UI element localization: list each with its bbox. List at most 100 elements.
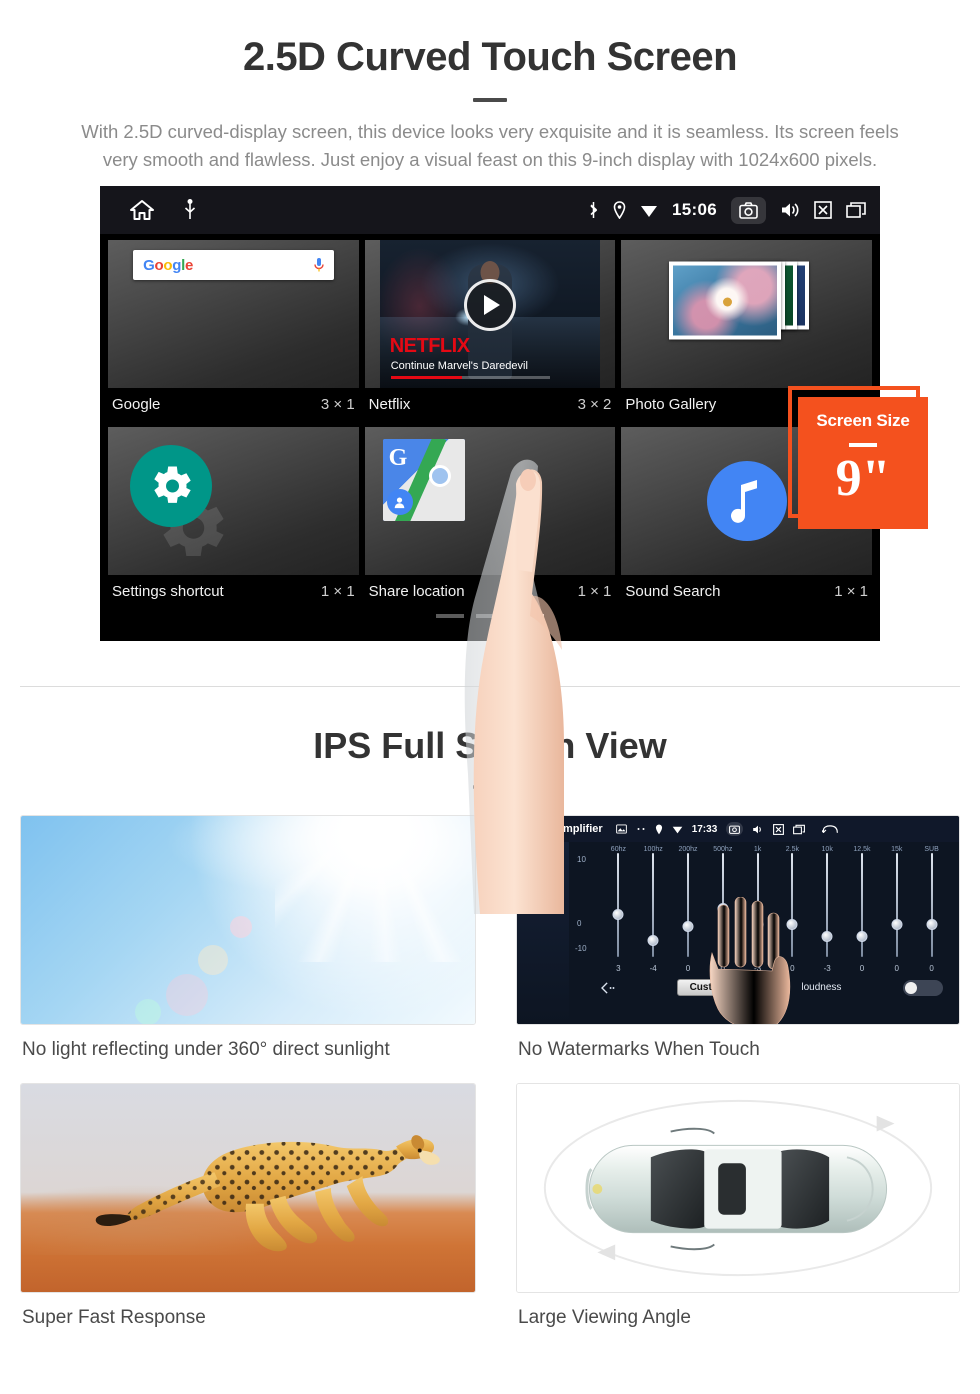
equalizer-band[interactable]: 0 — [914, 853, 949, 974]
lens-flare — [229, 916, 252, 939]
slider-knob[interactable] — [682, 921, 694, 933]
page-indicator[interactable] — [104, 614, 876, 628]
equalizer-band[interactable]: -4 — [636, 853, 671, 974]
photo-gallery-widget-preview[interactable] — [621, 240, 873, 389]
widget-card-settings-shortcut[interactable]: Settings shortcut 1 × 1 — [108, 427, 359, 610]
equalizer-band[interactable]: 0 — [845, 853, 880, 974]
equalizer-band[interactable]: 3 — [601, 853, 636, 974]
feature-caption: No Watermarks When Touch — [518, 1039, 760, 1061]
band-label: 1k — [753, 846, 762, 854]
amplifier-clock: 17:33 — [691, 823, 718, 835]
widget-label-row: Sound Search 1 × 1 — [621, 575, 872, 610]
close-box-icon[interactable] — [773, 823, 785, 835]
car-top-view-image — [517, 1084, 959, 1293]
fader-volume-icon[interactable] — [532, 886, 554, 904]
play-icon[interactable] — [463, 279, 516, 332]
slider-track[interactable] — [617, 853, 620, 958]
widget-card-netflix[interactable]: NETFLIX Continue Marvel's Daredevil Netf… — [364, 240, 616, 423]
page-dot[interactable] — [436, 614, 464, 619]
band-value: 3 — [616, 964, 621, 974]
home-icon[interactable] — [130, 199, 154, 221]
slider-track[interactable] — [930, 853, 933, 958]
widget-name: Google — [112, 396, 161, 414]
band-value: 0 — [929, 964, 934, 974]
image-frame: Amplifier 17:33 Balance Fader 60hz 100hz… — [516, 815, 960, 1026]
widget-label-row: Netflix 3 × 2 — [365, 388, 616, 423]
amplifier-side-nav: Balance Fader — [517, 842, 569, 1025]
settings-gear-icon[interactable] — [130, 445, 212, 528]
widget-card-share-location[interactable]: G Share location 1 × 1 — [364, 427, 616, 610]
slider-track[interactable] — [686, 853, 689, 958]
back-chevron-icon[interactable] — [601, 982, 615, 994]
google-g-glyph: G — [388, 445, 408, 472]
maps-icon[interactable]: G — [382, 439, 465, 522]
wifi-icon — [672, 825, 683, 834]
widget-name: Sound Search — [625, 583, 721, 601]
equalizer-band[interactable]: 0 — [671, 853, 706, 974]
slider-track[interactable] — [895, 853, 898, 958]
slider-knob[interactable] — [612, 909, 624, 921]
page-dot[interactable] — [476, 614, 504, 619]
slider-knob[interactable] — [926, 919, 938, 931]
band-value: 0 — [685, 964, 691, 974]
blue-sky-sunlight-image — [21, 816, 475, 1025]
home-icon[interactable] — [525, 823, 538, 835]
widget-label-row: Settings shortcut 1 × 1 — [108, 575, 359, 610]
camera-icon[interactable] — [726, 822, 744, 837]
usb-icon[interactable] — [184, 199, 196, 221]
page-description: With 2.5D curved-display screen, this de… — [81, 121, 899, 171]
fader-label[interactable]: Fader — [531, 906, 555, 916]
widget-card-google[interactable]: Google Google 3 × 1 — [108, 240, 359, 423]
band-value: 0 — [859, 964, 865, 974]
share-location-widget-preview[interactable]: G — [364, 427, 616, 576]
widget-name: Photo Gallery — [625, 396, 717, 414]
widget-size: 3 × 1 — [320, 396, 355, 414]
title-underline — [473, 98, 507, 102]
image-frame — [20, 1083, 476, 1294]
equalizer-band[interactable]: -3 — [810, 853, 845, 973]
camera-icon[interactable] — [731, 196, 766, 224]
image-frame — [20, 815, 476, 1026]
netflix-artwork: NETFLIX Continue Marvel's Daredevil — [379, 240, 601, 389]
slider-knob[interactable] — [891, 919, 903, 931]
feature-caption: No light reflecting under 360° direct su… — [22, 1039, 390, 1061]
equalizer-band[interactable]: 0 — [879, 853, 914, 974]
feature-card-fast-response: Super Fast Response — [20, 1083, 490, 1351]
widget-name: Settings shortcut — [112, 583, 224, 601]
microphone-icon[interactable] — [313, 257, 324, 273]
lens-flare — [198, 945, 229, 976]
balance-label[interactable]: Balance — [527, 868, 560, 878]
more-dots-icon[interactable] — [636, 826, 646, 832]
close-box-icon[interactable] — [814, 201, 832, 220]
band-value: -4 — [649, 964, 657, 974]
widget-size: 3 × 2 — [577, 396, 612, 414]
back-arrow-icon[interactable] — [822, 824, 839, 835]
page-dot-active[interactable] — [516, 614, 544, 619]
scale-bottom: -10 — [575, 944, 587, 954]
netflix-widget-preview[interactable]: NETFLIX Continue Marvel's Daredevil — [364, 240, 616, 389]
gallery-icon[interactable] — [615, 824, 627, 834]
volume-icon[interactable] — [752, 824, 764, 835]
netflix-subtitle: Continue Marvel's Daredevil — [390, 360, 528, 373]
band-label: 10k — [821, 846, 833, 854]
device-preview: 15:06 Google Google 3 × 1 NETFLIX Contin… — [0, 186, 980, 915]
music-note-icon[interactable] — [706, 461, 787, 542]
recents-icon[interactable] — [793, 824, 806, 835]
netflix-logo: NETFLIX — [389, 335, 470, 358]
balance-sliders-icon[interactable] — [532, 848, 554, 866]
google-logo: Google — [143, 257, 193, 274]
widget-name: Netflix — [368, 396, 411, 414]
settings-widget-preview[interactable] — [108, 427, 359, 576]
volume-icon[interactable] — [780, 201, 800, 219]
google-search-bar[interactable]: Google — [133, 250, 334, 281]
slider-knob[interactable] — [821, 931, 833, 943]
band-value: 0 — [894, 964, 899, 974]
widget-row: Settings shortcut 1 × 1 G Share location… — [104, 427, 876, 614]
slider-knob[interactable] — [647, 935, 659, 947]
recents-icon[interactable] — [846, 201, 866, 219]
slider-knob[interactable] — [856, 931, 868, 943]
loudness-toggle[interactable] — [903, 979, 943, 996]
google-letter: e — [184, 256, 193, 274]
image-frame — [516, 1083, 960, 1294]
google-widget-preview[interactable]: Google — [108, 240, 359, 389]
